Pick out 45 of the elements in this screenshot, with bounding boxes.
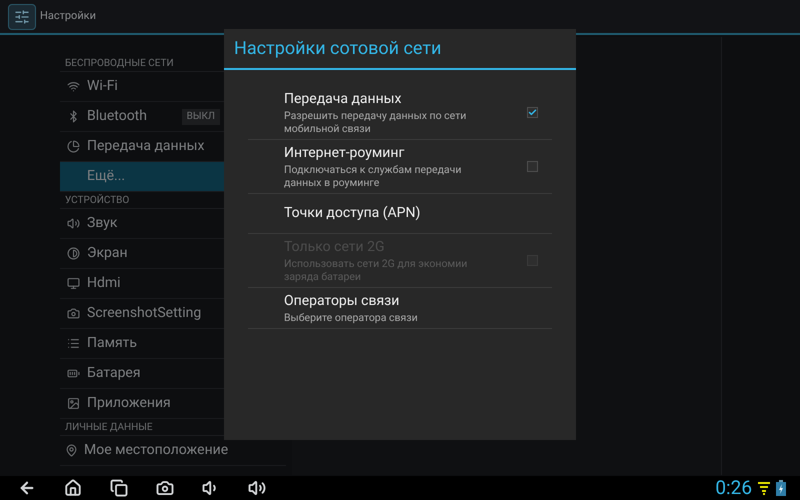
- list-icon: [66, 337, 80, 350]
- preference-title: Точки доступа (APN): [284, 204, 422, 223]
- sidebar-item-label: Память: [87, 334, 138, 353]
- preference-summary: Выберите оператора связи: [284, 311, 419, 324]
- preference-item[interactable]: Интернет-роуминг Подключаться к службам передачи данных в роуминге: [248, 140, 552, 194]
- battery-charging-icon: [776, 480, 786, 496]
- sidebar-item-label: Ещё...: [87, 167, 126, 186]
- signal-icon: [758, 481, 770, 495]
- toggle-switch[interactable]: ВЫКЛ: [182, 108, 220, 124]
- sidebar-item-label: Батарея: [87, 364, 141, 383]
- monitor-icon: [66, 277, 80, 290]
- sidebar-item-label: Bluetooth: [87, 107, 147, 126]
- action-bar-title: Настройки: [40, 8, 96, 24]
- preference-item[interactable]: Точки доступа (APN): [248, 194, 552, 234]
- preference-title: Операторы связи: [284, 292, 400, 311]
- preference-title: Интернет-роуминг: [284, 144, 406, 163]
- camera-icon: [66, 307, 80, 320]
- location-pin-icon: [65, 444, 78, 457]
- sidebar-item-label: Экран: [87, 244, 128, 263]
- preference-item[interactable]: Передача данных Разрешить передачу данных по сети мобильной связи: [248, 86, 552, 140]
- sidebar-item-label: Hdmi: [87, 274, 121, 293]
- image-icon: [66, 397, 80, 410]
- contrast-icon: [66, 247, 80, 260]
- battery-icon: [66, 367, 80, 380]
- sidebar-item-label: Приложения: [87, 394, 171, 413]
- checkbox[interactable]: [527, 107, 538, 118]
- preference-item[interactable]: Операторы связи Выберите оператора связи: [248, 288, 552, 329]
- speaker-icon: [66, 217, 80, 230]
- home-icon[interactable]: [64, 479, 82, 497]
- sidebar-item-label: Wi-Fi: [87, 77, 118, 96]
- checkbox[interactable]: [527, 161, 538, 172]
- preference-summary: Подключаться к службам передачи данных в роуминге: [284, 163, 462, 189]
- sidebar-item-label: Мое местоположение: [84, 441, 228, 460]
- back-icon[interactable]: [18, 479, 36, 497]
- sidebar-item-label: Звук: [87, 214, 118, 233]
- sidebar-item-label: ScreenshotSetting: [87, 304, 202, 323]
- volume-up-icon[interactable]: [248, 479, 266, 497]
- preference-summary: Разрешить передачу данных по сети мобильной связи: [284, 109, 468, 135]
- sidebar-item-label: Передача данных: [87, 137, 204, 156]
- recent-apps-icon[interactable]: [110, 479, 128, 497]
- status-time: 0:26: [715, 474, 752, 500]
- settings-app-icon[interactable]: [8, 4, 36, 30]
- preference-title: Передача данных: [284, 90, 402, 109]
- pie-chart-icon: [66, 140, 80, 153]
- camera-icon[interactable]: [156, 479, 174, 497]
